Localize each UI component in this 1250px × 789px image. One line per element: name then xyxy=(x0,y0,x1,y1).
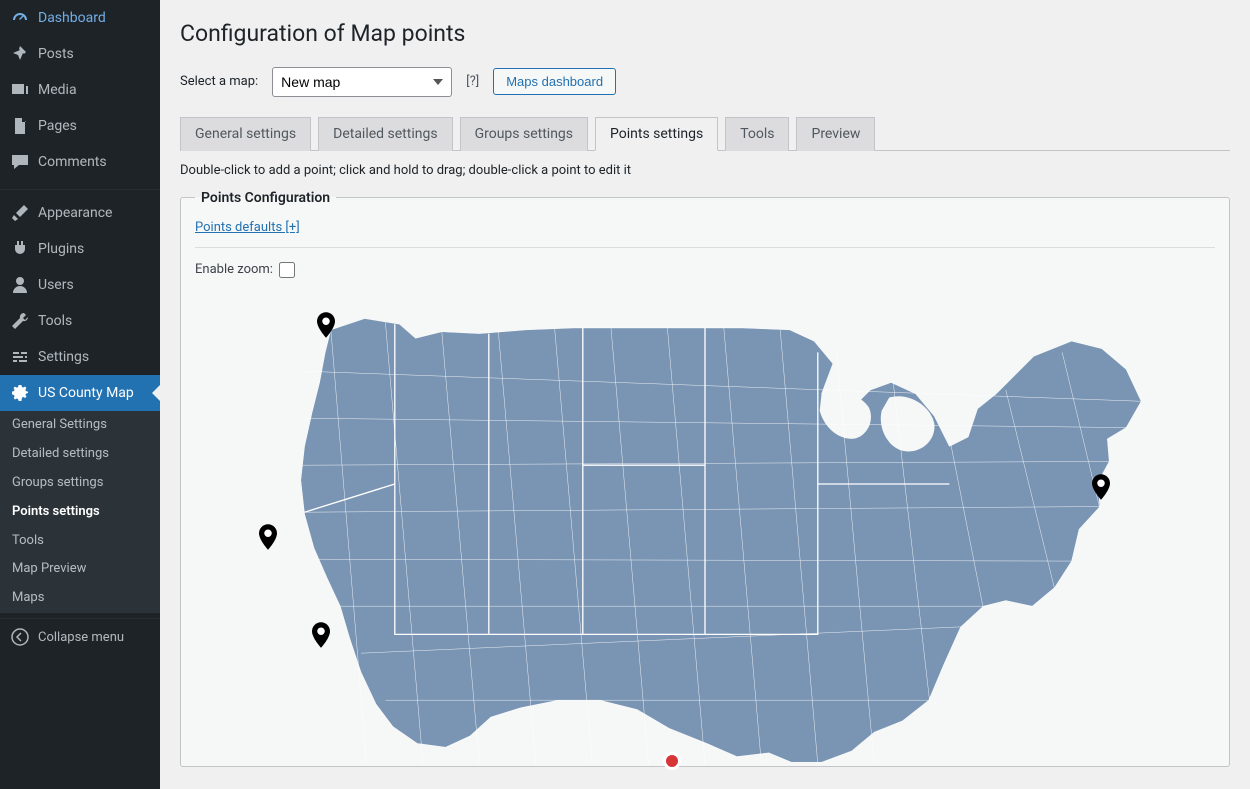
collapse-icon xyxy=(10,627,30,647)
map-pin[interactable] xyxy=(259,524,277,550)
submenu-item-groups-settings[interactable]: Groups settings xyxy=(0,469,160,498)
toolbar: Select a map: New map [?] Maps dashboard xyxy=(180,67,1230,97)
map-pin[interactable] xyxy=(312,622,330,648)
main-content: Configuration of Map points Select a map… xyxy=(160,0,1250,789)
submenu-item-map-preview[interactable]: Map Preview xyxy=(0,555,160,584)
submenu-item-tools[interactable]: Tools xyxy=(0,527,160,556)
sidebar-item-label: Media xyxy=(38,82,77,98)
sidebar-item-plugins[interactable]: Plugins xyxy=(0,231,160,267)
sidebar-item-label: US County Map xyxy=(38,385,134,401)
tab-points-settings[interactable]: Points settings xyxy=(595,117,718,151)
sidebar-item-label: Settings xyxy=(38,349,89,365)
sidebar-item-appearance[interactable]: Appearance xyxy=(0,195,160,231)
sidebar-item-settings[interactable]: Settings xyxy=(0,339,160,375)
admin-sidebar: Dashboard Posts Media Pages Comments Appeara… xyxy=(0,0,160,789)
map-dot[interactable] xyxy=(663,752,681,770)
enable-zoom-row: Enable zoom: xyxy=(195,262,1215,278)
tab-tools[interactable]: Tools xyxy=(725,117,789,151)
sidebar-item-comments[interactable]: Comments xyxy=(0,144,160,180)
maps-dashboard-button[interactable]: Maps dashboard xyxy=(493,68,616,95)
divider xyxy=(195,247,1215,248)
sidebar-item-label: Dashboard xyxy=(38,10,106,26)
submenu-item-points-settings[interactable]: Points settings xyxy=(0,498,160,527)
map-select[interactable]: New map xyxy=(272,67,452,97)
brush-icon xyxy=(10,203,30,223)
points-legend: Points Configuration xyxy=(195,190,336,206)
sidebar-item-tools[interactable]: Tools xyxy=(0,303,160,339)
collapse-label: Collapse menu xyxy=(38,630,124,645)
map-pin[interactable] xyxy=(1092,474,1110,500)
sidebar-item-users[interactable]: Users xyxy=(0,267,160,303)
map-canvas[interactable] xyxy=(225,296,1185,766)
enable-zoom-label: Enable zoom: xyxy=(195,262,273,277)
sidebar-item-posts[interactable]: Posts xyxy=(0,36,160,72)
sliders-icon xyxy=(10,347,30,367)
sidebar-item-label: Comments xyxy=(38,154,107,170)
comment-icon xyxy=(10,152,30,172)
sidebar-item-label: Pages xyxy=(38,118,77,134)
submenu-item-detailed-settings[interactable]: Detailed settings xyxy=(0,440,160,469)
tab-preview[interactable]: Preview xyxy=(796,117,875,151)
map-pin[interactable] xyxy=(317,312,335,338)
tab-groups-settings[interactable]: Groups settings xyxy=(460,117,588,151)
page-icon xyxy=(10,116,30,136)
tab-detailed-settings[interactable]: Detailed settings xyxy=(318,117,452,151)
sidebar-item-us-county-map[interactable]: US County Map xyxy=(0,375,160,411)
us-county-map-svg[interactable] xyxy=(225,296,1185,766)
sidebar-item-dashboard[interactable]: Dashboard xyxy=(0,0,160,36)
points-configuration-panel: Points Configuration Points defaults [+]… xyxy=(180,190,1230,767)
sidebar-item-pages[interactable]: Pages xyxy=(0,108,160,144)
enable-zoom-checkbox[interactable] xyxy=(279,262,295,278)
wrench-icon xyxy=(10,311,30,331)
submenu-item-maps[interactable]: Maps xyxy=(0,584,160,613)
sidebar-item-label: Plugins xyxy=(38,241,84,257)
gear-icon xyxy=(10,383,30,403)
sidebar-item-label: Tools xyxy=(38,313,72,329)
sidebar-item-label: Appearance xyxy=(38,205,112,221)
select-map-label: Select a map: xyxy=(180,74,258,89)
sidebar-item-media[interactable]: Media xyxy=(0,72,160,108)
tab-general-settings[interactable]: General settings xyxy=(180,117,311,151)
collapse-menu[interactable]: Collapse menu xyxy=(0,618,160,655)
media-icon xyxy=(10,80,30,100)
hint-text: Double-click to add a point; click and h… xyxy=(180,163,1230,178)
points-defaults-link[interactable]: Points defaults [+] xyxy=(195,220,300,235)
sidebar-item-label: Users xyxy=(38,277,74,293)
plug-icon xyxy=(10,239,30,259)
sidebar-item-label: Posts xyxy=(38,46,74,62)
page-title: Configuration of Map points xyxy=(180,10,1230,67)
help-icon[interactable]: [?] xyxy=(466,74,479,89)
menu-separator xyxy=(0,185,160,190)
dashboard-icon xyxy=(10,8,30,28)
submenu-item-general-settings[interactable]: General Settings xyxy=(0,411,160,440)
tabs: General settingsDetailed settingsGroups … xyxy=(180,117,1230,151)
pin-icon xyxy=(10,44,30,64)
user-icon xyxy=(10,275,30,295)
